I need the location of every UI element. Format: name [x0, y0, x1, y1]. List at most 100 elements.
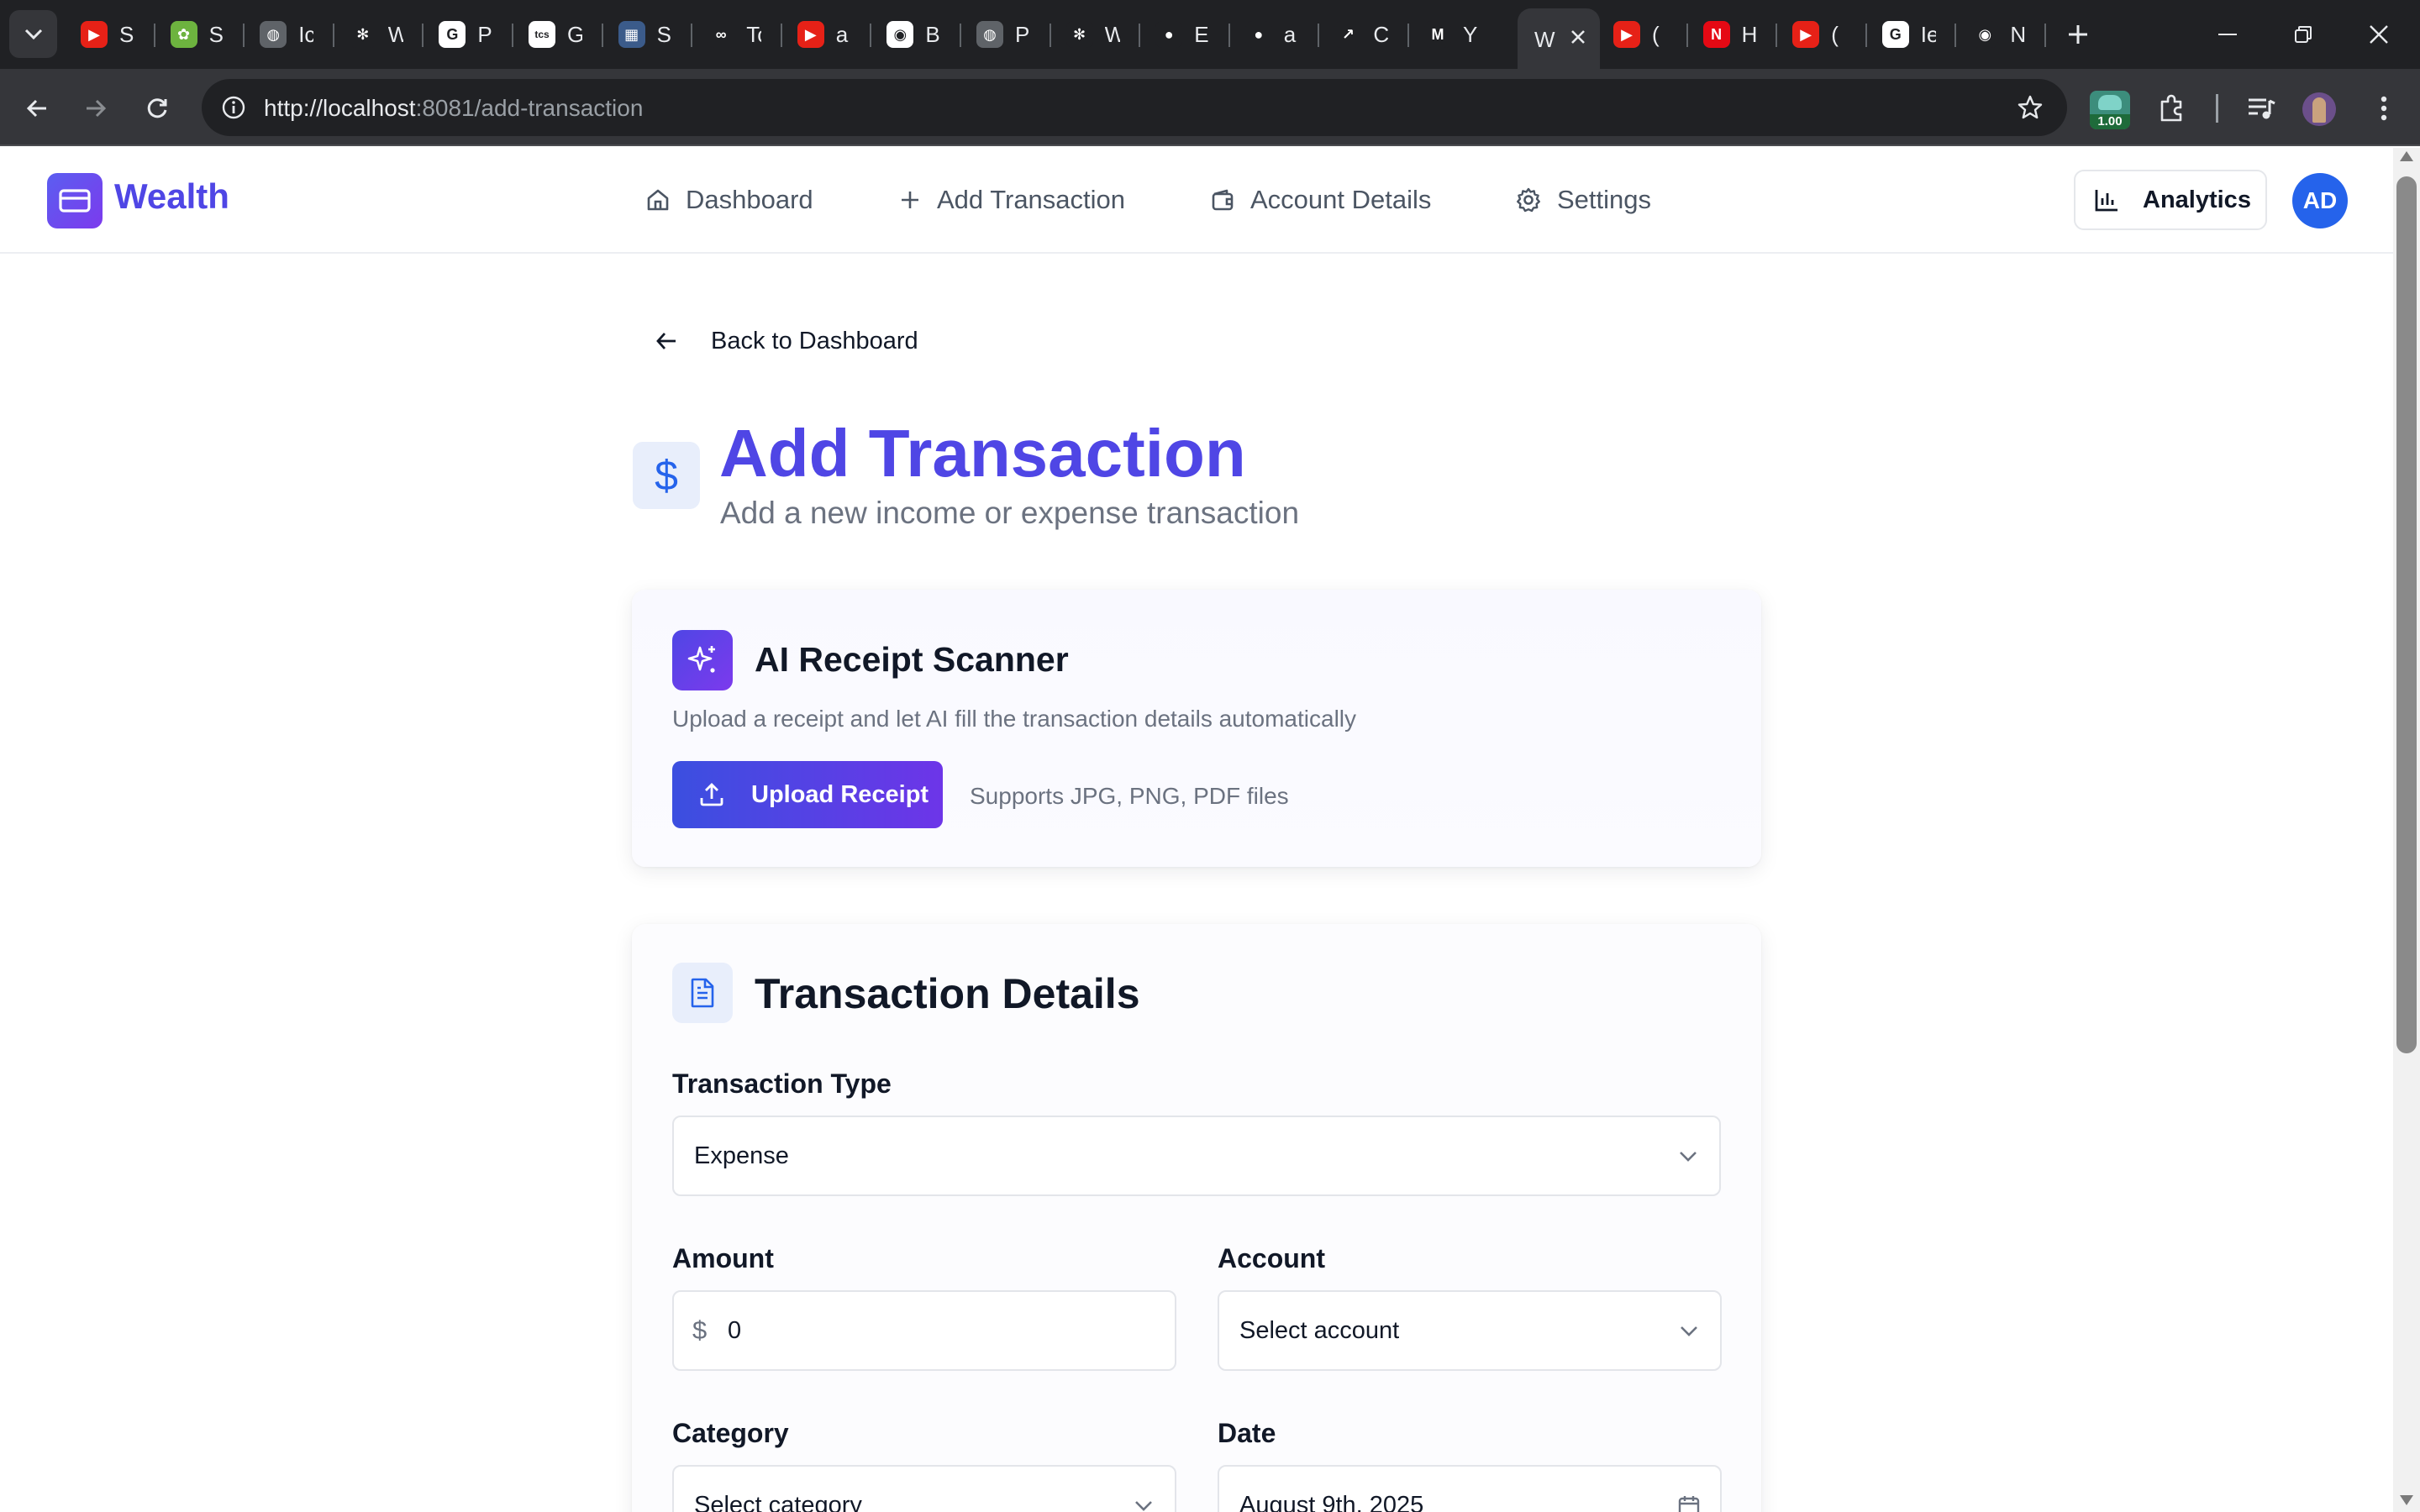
profile-avatar[interactable] — [2302, 92, 2336, 126]
category-select[interactable]: Select category — [672, 1465, 1176, 1512]
tab-separator — [691, 24, 693, 47]
browser-toolbar: http://localhost:8081/add-transaction 1.… — [0, 69, 2420, 146]
browser-tab[interactable]: ▶( — [1779, 12, 1846, 57]
tab-search-button[interactable] — [9, 10, 57, 58]
tab-title: W — [387, 21, 403, 47]
tab-separator — [1865, 24, 1867, 47]
analytics-button[interactable]: Analytics — [2074, 170, 2267, 230]
browser-tab[interactable]: ● a — [1232, 12, 1299, 57]
minimize-button[interactable] — [2190, 0, 2265, 69]
browser-tab[interactable]: G Ie — [1869, 12, 1936, 57]
browser-tab[interactable]: ✻ W — [336, 12, 403, 57]
new-tab-button[interactable] — [2057, 13, 2099, 55]
tab-title: Ie — [1920, 21, 1936, 47]
browser-tab-bar: ▶S✿S◍Ic✻WGPtcsG▦S∞Tc▶a◉B◍P✻W●E●a↗CMY W ▶… — [0, 0, 2420, 69]
restore-button[interactable] — [2265, 0, 2341, 69]
arrow-left-icon — [26, 99, 46, 118]
gear-icon — [1517, 187, 1540, 213]
browser-tab[interactable]: ▶ a — [784, 12, 851, 57]
tab-favicon-icon: ◍ — [976, 21, 1003, 48]
browser-tab[interactable]: ◉ N — [1958, 12, 2025, 57]
tab-separator — [1228, 24, 1230, 47]
tab-active[interactable]: W — [1518, 8, 1600, 69]
tab-separator — [2044, 24, 2046, 47]
media-controls-icon[interactable] — [2240, 87, 2282, 129]
url-host: http://localhost — [264, 95, 416, 121]
extensions-puzzle-icon[interactable] — [2151, 87, 2193, 129]
plus-icon — [2069, 25, 2087, 44]
close-window-button[interactable] — [2341, 0, 2417, 69]
upload-receipt-button[interactable]: Upload Receipt — [672, 761, 943, 828]
tab-favicon-icon: M — [1424, 21, 1451, 48]
close-icon — [2370, 25, 2388, 44]
date-picker[interactable]: August 9th, 2025 — [1218, 1465, 1722, 1512]
account-select[interactable]: Select account — [1218, 1290, 1722, 1371]
tab-separator — [780, 24, 782, 47]
tab-separator — [960, 24, 961, 47]
tab-favicon-icon: G — [1881, 21, 1909, 48]
browser-tab[interactable]: MY — [1411, 12, 1478, 57]
tab-favicon-icon: ✿ — [170, 21, 197, 48]
document-icon — [672, 963, 733, 1023]
tab-title: Y — [1463, 21, 1478, 47]
home-icon — [647, 189, 669, 211]
dollar-icon: $ — [633, 442, 700, 509]
back-to-dashboard-link[interactable]: Back to Dashboard — [655, 323, 918, 360]
bookmark-star-icon[interactable] — [2010, 87, 2050, 128]
restore-icon — [2295, 26, 2312, 43]
browser-tab[interactable]: GP — [425, 12, 492, 57]
user-avatar[interactable]: AD — [2292, 173, 2348, 228]
upload-icon — [700, 783, 723, 806]
account-value: Select account — [1239, 1317, 1400, 1344]
address-bar[interactable]: http://localhost:8081/add-transaction — [202, 79, 2067, 136]
browser-tab[interactable]: ◉ B — [873, 12, 940, 57]
tab-favicon-icon: ✻ — [349, 21, 376, 48]
browser-tab[interactable]: ● E — [1142, 12, 1209, 57]
tab-title: N — [2010, 21, 2026, 47]
brand-name[interactable]: Wealth — [114, 176, 229, 217]
tab-favicon-icon: ▶ — [1792, 21, 1820, 48]
browser-tab[interactable]: ✻ W — [1053, 12, 1120, 57]
minimize-icon — [2218, 34, 2237, 35]
url-text[interactable]: http://localhost:8081/add-transaction — [264, 95, 643, 122]
browser-tab[interactable]: ▦ S — [605, 12, 672, 57]
transaction-type-select[interactable]: Expense — [672, 1116, 1721, 1196]
nav-item-account-details[interactable]: Account Details — [1210, 181, 1431, 218]
browser-tab[interactable]: ◍ P — [963, 12, 1030, 57]
tab-separator — [512, 24, 513, 47]
browser-tab[interactable]: ▶ S — [67, 12, 134, 57]
tab-favicon-icon: ▶ — [797, 21, 824, 48]
extension-badge-icon[interactable]: 1.00 — [2090, 91, 2130, 129]
bar-chart-icon — [2095, 190, 2118, 212]
amount-input[interactable]: $ 0 — [672, 1290, 1176, 1371]
site-info-icon[interactable] — [213, 87, 254, 128]
browser-tab[interactable]: ↗ C — [1321, 12, 1388, 57]
tab-separator — [1686, 24, 1688, 47]
browser-tab[interactable]: ∞ Tc — [694, 12, 761, 57]
browser-tab[interactable]: ✿ S — [157, 12, 224, 57]
scroll-up-arrow-icon[interactable] — [2400, 151, 2413, 161]
nav-item-dashboard[interactable]: Dashboard — [645, 181, 813, 218]
nav-item-label: Account Details — [1250, 185, 1432, 214]
browser-menu-icon[interactable] — [2363, 87, 2405, 129]
tab-favicon-icon: ● — [1244, 21, 1272, 48]
nav-item-settings[interactable]: Settings — [1515, 181, 1651, 218]
tab-favicon-icon: N — [1702, 21, 1730, 48]
back-button[interactable] — [14, 86, 60, 131]
tab-separator — [601, 24, 603, 47]
close-tab-icon[interactable] — [1563, 22, 1593, 52]
forward-button[interactable] — [73, 86, 118, 131]
browser-tab[interactable]: ◍ Ic — [246, 12, 313, 57]
amount-value: 0 — [728, 1317, 742, 1344]
tab-title: E — [1194, 21, 1209, 47]
scroll-down-arrow-icon[interactable] — [2400, 1495, 2413, 1505]
wallet-logo-icon[interactable] — [47, 173, 103, 228]
ai-scanner-description: Upload a receipt and let AI fill the tra… — [672, 706, 1357, 732]
nav-item-add-transaction[interactable]: Add Transaction — [898, 181, 1125, 218]
browser-tab[interactable]: ▶( — [1600, 12, 1667, 57]
browser-tab[interactable]: NH — [1690, 12, 1757, 57]
reload-button[interactable] — [134, 86, 180, 131]
browser-tab[interactable]: tcs G — [515, 12, 582, 57]
tab-title: B — [925, 21, 940, 47]
scrollbar-thumb[interactable] — [2396, 176, 2417, 1053]
